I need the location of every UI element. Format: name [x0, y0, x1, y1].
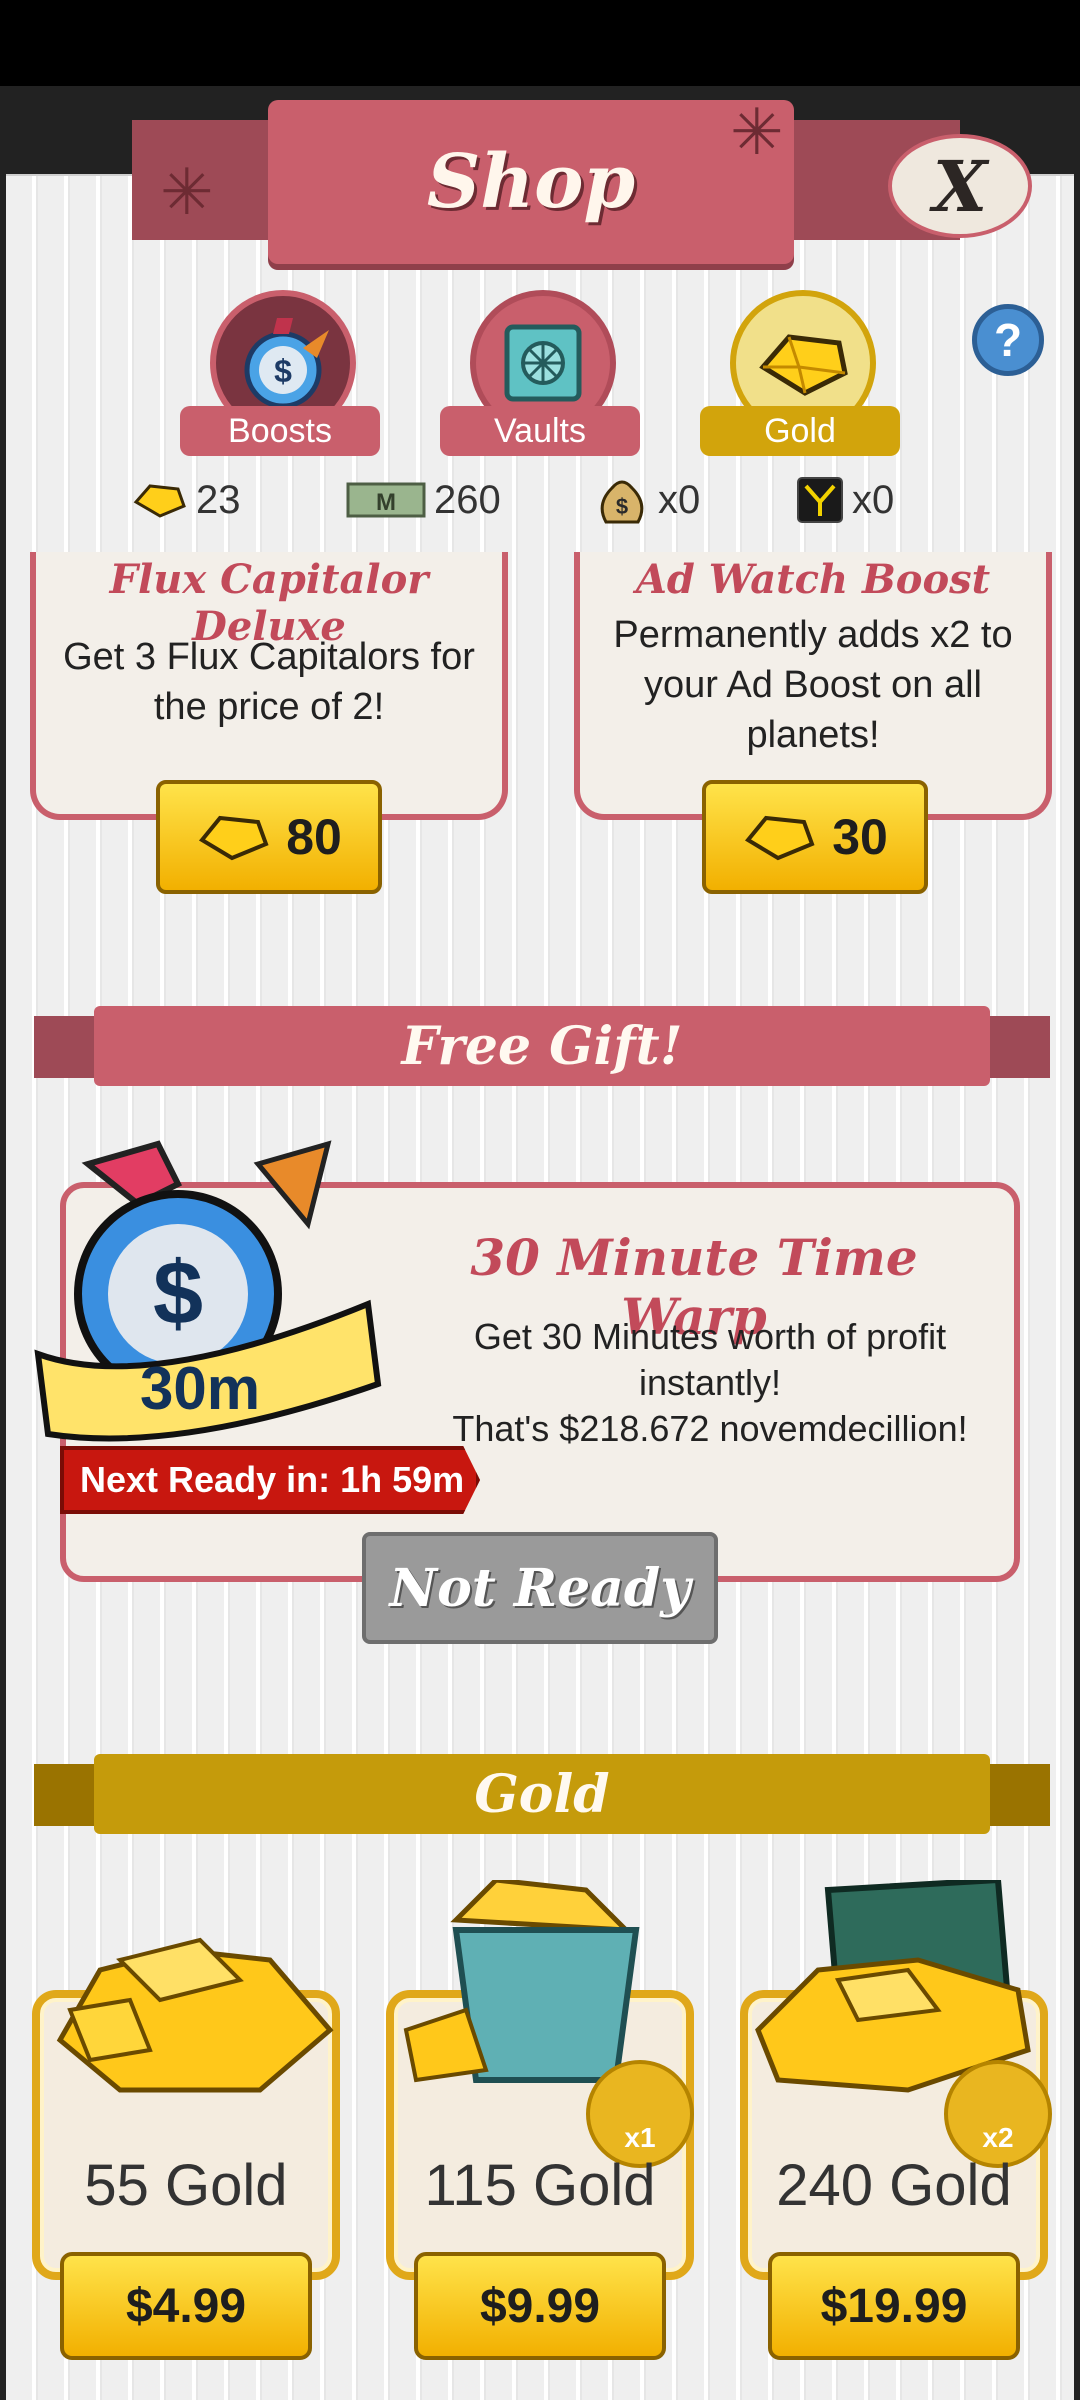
not-ready-button[interactable]: Not Ready: [362, 1532, 718, 1644]
pack-name: 55 Gold: [84, 2153, 288, 2218]
pack-name: 240 Gold: [776, 2153, 1012, 2218]
card-description: Permanently adds x2 to your Ad Boost on …: [613, 614, 1013, 756]
svg-text:$: $: [616, 494, 628, 519]
price-label: 30: [832, 809, 888, 865]
gold-gem-icon: [133, 484, 186, 518]
pack-name: 115 Gold: [424, 2153, 656, 2218]
tab-label: Vaults: [440, 406, 640, 456]
time-warp-badge: 30m: [140, 1355, 261, 1422]
gold-header: Gold: [34, 1754, 1050, 1834]
buy-ad-watch-button[interactable]: 30: [702, 780, 928, 894]
currency-value: 260: [434, 477, 501, 522]
flux-capitalor-icon: [797, 477, 843, 523]
currency-value: 23: [196, 477, 241, 522]
buy-55-gold-button[interactable]: $4.99: [60, 2252, 312, 2360]
close-icon: X: [932, 144, 988, 228]
svg-text:M: M: [376, 489, 396, 516]
help-button[interactable]: ?: [972, 304, 1044, 376]
card-description: Get 3 Flux Capitalors for the price of 2…: [63, 636, 475, 728]
section-title: Free Gift!: [94, 1006, 990, 1086]
buy-115-gold-button[interactable]: $9.99: [414, 2252, 666, 2360]
svg-text:$: $: [153, 1244, 203, 1344]
megabuck-icon: M: [346, 482, 426, 518]
section-title: Gold: [94, 1754, 990, 1834]
tab-label: Gold: [700, 406, 900, 456]
tab-boosts[interactable]: $ Boosts: [180, 290, 380, 456]
buy-240-gold-button[interactable]: $19.99: [768, 2252, 1020, 2360]
buy-flux-deluxe-button[interactable]: 80: [156, 780, 382, 894]
page-title: Shop: [426, 139, 636, 225]
currency-gold: 23: [132, 472, 241, 528]
header-ribbon: Shop: [268, 100, 794, 264]
gold-pile-icon: [56, 1937, 334, 2093]
gift-description-line: That's $218.672 novemdecillion!: [452, 1408, 968, 1449]
tab-gold[interactable]: Gold: [700, 290, 900, 456]
gold-gem-icon: [745, 815, 815, 861]
currency-money-bags: $ x0: [594, 472, 700, 528]
free-gift-header: Free Gift!: [34, 1006, 1050, 1086]
atomic-star-icon: ✳: [160, 156, 214, 228]
gift-description-line: Get 30 Minutes worth of profit instantly…: [473, 1316, 947, 1403]
money-bag-icon: $: [600, 480, 644, 524]
gift-description: Get 30 Minutes worth of profit instantly…: [440, 1314, 980, 1452]
svg-text:$: $: [274, 353, 292, 389]
tab-label: Boosts: [180, 406, 380, 456]
currency-flux: x0: [796, 472, 894, 528]
next-ready-banner: Next Ready in: 1h 59m: [60, 1446, 480, 1514]
price-label: 80: [286, 809, 342, 865]
currency-megabucks: M 260: [346, 472, 501, 528]
currency-value: x0: [658, 477, 701, 522]
atomic-star-icon: ✳: [730, 96, 784, 168]
question-icon: ?: [993, 314, 1023, 366]
tab-vaults[interactable]: Vaults: [440, 290, 640, 456]
close-button[interactable]: X: [888, 134, 1032, 238]
gold-gem-icon: [199, 815, 269, 861]
card-title: Ad Watch Boost: [635, 556, 991, 603]
currency-value: x0: [852, 477, 895, 522]
